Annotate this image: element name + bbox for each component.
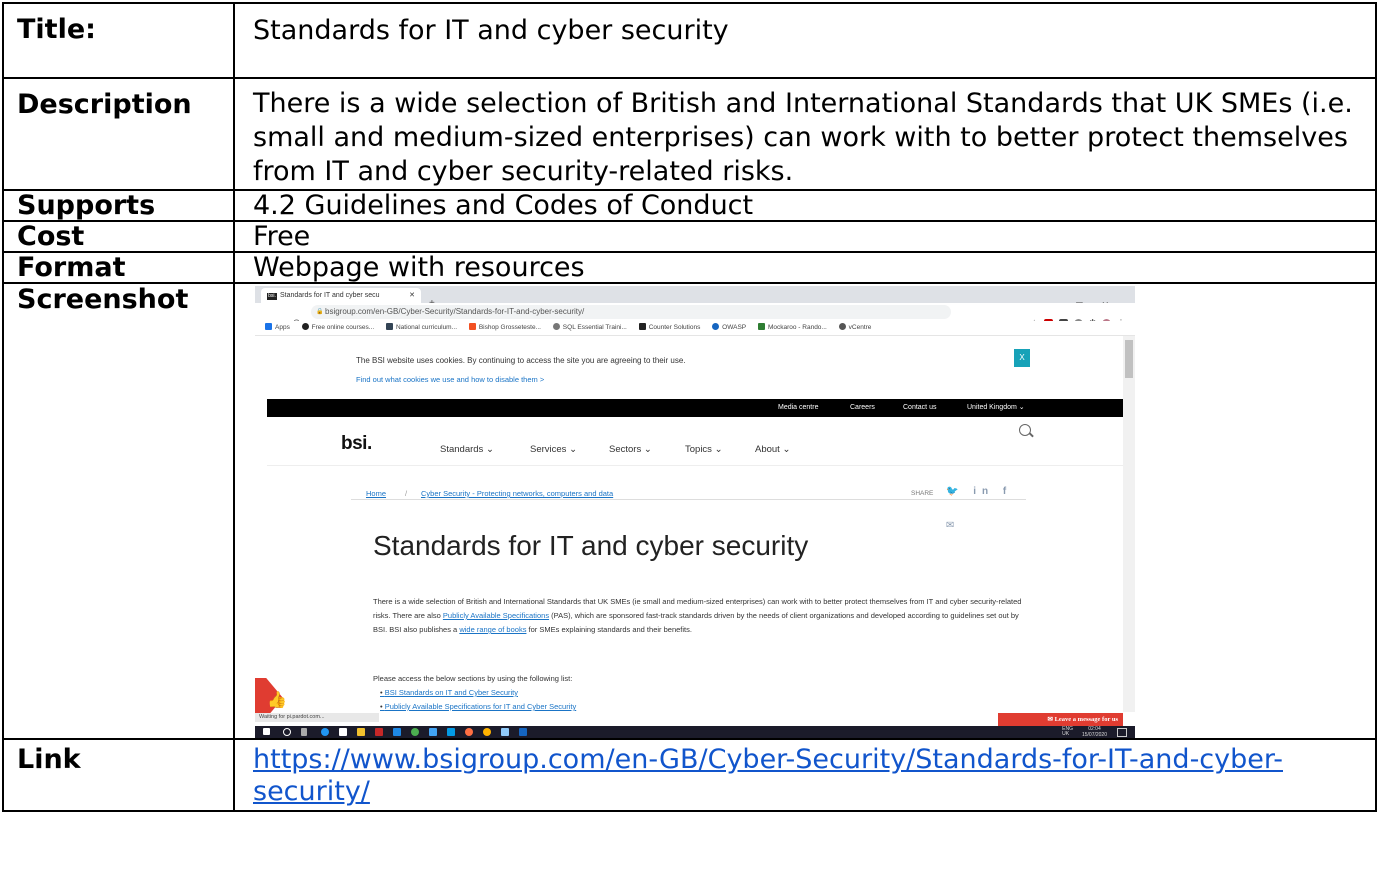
browser-tab-bar: bsi.Standards for IT and cyber secu ✕ + …	[255, 286, 1135, 310]
link-label: Link	[2, 738, 235, 812]
website-screenshot: bsi.Standards for IT and cyber secu ✕ + …	[255, 286, 1135, 738]
media-centre-link[interactable]: Media centre	[778, 399, 818, 417]
contact-us-link[interactable]: Contact us	[903, 399, 936, 417]
search-icon[interactable]	[1019, 424, 1031, 436]
file-explorer-icon[interactable]	[357, 728, 365, 736]
bookmarks-bar: Apps Free online courses... National cur…	[255, 321, 1135, 336]
windows-start-icon[interactable]	[263, 728, 270, 735]
menu-topics[interactable]: Topics ⌄	[685, 433, 723, 467]
books-link[interactable]: wide range of books	[459, 625, 526, 634]
main-nav: bsi. Standards ⌄ Services ⌄ Sectors ⌄ To…	[267, 417, 1123, 466]
share-label: SHARE	[911, 490, 934, 497]
page-scrollbar[interactable]	[1123, 336, 1135, 712]
check-app-icon[interactable]	[501, 728, 509, 736]
screenshot-cell: bsi.Standards for IT and cyber secu ✕ + …	[233, 282, 1377, 740]
tab-title: Standards for IT and cyber secu	[280, 292, 380, 299]
bookmark-icon	[385, 323, 393, 330]
system-tray-icons[interactable]: ^ ▭ ☊ ◁×	[1018, 728, 1045, 738]
description-label: Description	[2, 77, 235, 191]
app-icon[interactable]	[483, 728, 491, 736]
bookmark-icon	[712, 323, 720, 330]
chrome-icon[interactable]	[411, 728, 419, 736]
cookie-close-button[interactable]: X	[1014, 349, 1030, 367]
bookmark-icon	[552, 323, 560, 330]
bookmark-icon	[838, 323, 846, 330]
intro-paragraph: There is a wide selection of British and…	[373, 597, 1022, 634]
bookmark-icon	[757, 323, 765, 330]
section-list: BSI Standards on IT and Cyber Security P…	[380, 686, 576, 714]
cost-label: Cost	[2, 220, 235, 253]
bookmark-item[interactable]: Bishop Grosseteste...	[468, 321, 541, 335]
app-icon[interactable]	[465, 728, 473, 736]
bookmark-icon	[638, 323, 646, 330]
page-title: Standards for IT and cyber security	[373, 530, 809, 561]
mail-icon[interactable]	[393, 728, 401, 736]
task-view-icon[interactable]	[301, 728, 307, 736]
share-icons[interactable]: 🐦 in f ✉	[946, 475, 1026, 543]
edge-icon[interactable]	[321, 728, 329, 736]
windows-taskbar: ^ ▭ ☊ ◁× ENGUK 02:0415/07/2020	[255, 726, 1135, 738]
breadcrumb-separator: /	[405, 489, 408, 498]
apps-icon	[265, 323, 272, 330]
format-label: Format	[2, 251, 235, 284]
bookmark-icon	[468, 323, 476, 330]
notification-icon[interactable]	[1117, 728, 1127, 737]
resource-link[interactable]: https://www.bsigroup.com/en-GB/Cyber-Sec…	[253, 744, 1283, 807]
bookmark-item[interactable]: Mockaroo - Rando...	[757, 321, 827, 335]
list-item[interactable]: BSI Standards on IT and Cyber Security	[380, 686, 576, 700]
pas-link[interactable]: Publicly Available Specifications	[443, 611, 549, 620]
breadcrumb-home[interactable]: Home	[366, 477, 386, 511]
title-value: Standards for IT and cyber security	[233, 2, 1377, 79]
menu-services[interactable]: Services ⌄	[530, 433, 577, 467]
menu-about[interactable]: About ⌄	[755, 433, 790, 467]
cost-value: Free	[233, 220, 1377, 253]
lock-icon: 🔒	[316, 309, 324, 315]
browser-tab[interactable]: bsi. Standards for IT and cyber secu ✕	[261, 288, 421, 303]
description-value: There is a wide selection of British and…	[233, 77, 1377, 191]
store-icon[interactable]	[339, 728, 347, 736]
supports-value: 4.2 Guidelines and Codes of Conduct	[233, 189, 1377, 222]
scrollbar-thumb[interactable]	[1125, 340, 1133, 378]
bookmark-item[interactable]: OWASP	[712, 321, 746, 335]
menu-sectors[interactable]: Sectors ⌄	[609, 433, 652, 467]
bookmark-icon	[301, 323, 309, 330]
app-icon[interactable]	[447, 728, 455, 736]
screenshot-label: Screenshot	[2, 282, 235, 740]
url-text: bsigroup.com/en-GB/Cyber-Security/Standa…	[325, 307, 585, 316]
app-icon[interactable]	[375, 728, 383, 736]
url-field[interactable]: 🔒 bsigroup.com/en-GB/Cyber-Security/Stand…	[311, 305, 951, 319]
bookmark-item[interactable]: SQL Essential Traini...	[552, 321, 627, 335]
word-icon[interactable]	[519, 728, 527, 736]
region-selector[interactable]: United Kingdom ⌄	[967, 399, 1025, 417]
link-cell: https://www.bsigroup.com/en-GB/Cyber-Sec…	[233, 738, 1377, 812]
cookie-link[interactable]: Find out what cookies we use and how to …	[356, 363, 544, 397]
bookmark-item[interactable]: National curriculum...	[385, 321, 457, 335]
info-table: Title: Standards for IT and cyber securi…	[2, 2, 1377, 812]
top-nav-bar: Media centre Careers Contact us United K…	[267, 399, 1123, 417]
bookmark-item[interactable]: Free online courses...	[301, 321, 374, 335]
careers-link[interactable]: Careers	[850, 399, 875, 417]
breadcrumb-cyber-security[interactable]: Cyber Security - Protecting networks, co…	[421, 477, 613, 511]
language-indicator[interactable]: ENG UK	[1062, 727, 1073, 737]
clock[interactable]: 02:04 15/07/2020	[1082, 726, 1107, 738]
bookmark-item[interactable]: Apps	[265, 321, 290, 335]
menu-standards[interactable]: Standards ⌄	[440, 433, 494, 467]
supports-label: Supports	[2, 189, 235, 222]
leave-message-button[interactable]: ✉ Leave a message for us	[998, 713, 1123, 726]
format-value: Webpage with resources	[233, 251, 1377, 284]
address-bar: ←→C 🔒bsigroup.com/en-GB/Cyber-Security/S…	[255, 303, 1135, 328]
app-icon[interactable]	[429, 728, 437, 736]
search-icon[interactable]	[283, 728, 291, 736]
status-bar: Waiting for pi.pardot.com...	[255, 713, 379, 722]
title-label: Title:	[2, 2, 235, 79]
bsi-logo[interactable]: bsi.	[341, 427, 372, 461]
bookmark-item[interactable]: Counter Solutions	[638, 321, 700, 335]
bookmark-item[interactable]: vCentre	[838, 321, 871, 335]
breadcrumb: Home / Cyber Security - Protecting netwo…	[351, 467, 1026, 531]
bsi-favicon: bsi.	[267, 293, 277, 300]
list-item[interactable]: Publicly Available Specifications for IT…	[380, 700, 576, 714]
cookie-banner: The BSI website uses cookies. By continu…	[255, 336, 1123, 398]
close-tab-icon[interactable]: ✕	[409, 288, 415, 303]
